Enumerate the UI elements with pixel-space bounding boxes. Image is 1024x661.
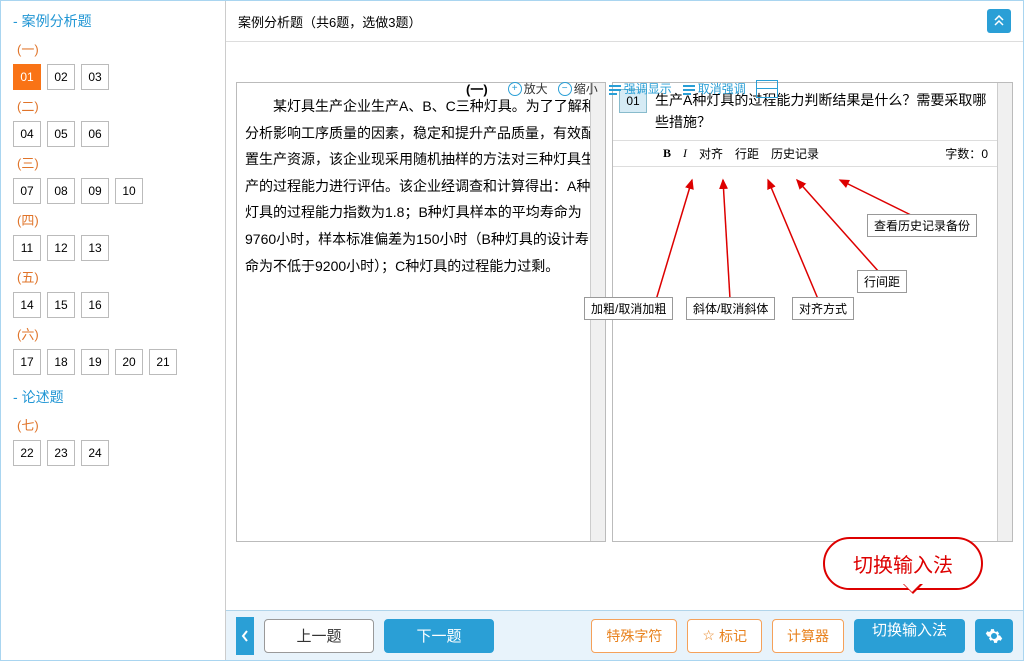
question-nav-10[interactable]: 10 <box>115 178 143 204</box>
group-label: (四) <box>17 210 213 229</box>
section-title-essay: - 论述题 <box>13 387 213 407</box>
anno-line-spacing: 行间距 <box>857 270 907 293</box>
question-nav-14[interactable]: 14 <box>13 292 41 318</box>
anno-align-method: 对齐方式 <box>792 297 854 320</box>
group-label: (三) <box>17 153 213 172</box>
bottom-bar: 上一题 下一题 特殊字符 ☆标记 计算器 切换输入法 <box>226 610 1023 660</box>
anno-backup-history: 查看历史记录备份 <box>867 214 977 237</box>
mark-button[interactable]: ☆标记 <box>687 619 762 653</box>
collapse-sidebar-button[interactable] <box>236 617 254 655</box>
group-label: (一) <box>17 39 213 58</box>
question-nav-20[interactable]: 20 <box>115 349 143 375</box>
question-nav-05[interactable]: 05 <box>47 121 75 147</box>
switch-ime-button[interactable]: 切换输入法 <box>854 619 965 653</box>
special-chars-button[interactable]: 特殊字符 <box>591 619 677 653</box>
question-nav-03[interactable]: 03 <box>81 64 109 90</box>
question-nav-07[interactable]: 07 <box>13 178 41 204</box>
question-nav-19[interactable]: 19 <box>81 349 109 375</box>
question-nav-17[interactable]: 17 <box>13 349 41 375</box>
settings-button[interactable] <box>975 619 1013 653</box>
group-label: (七) <box>17 415 213 434</box>
main-area: 案例分析题（共6题，选做3题） (一) +放大 −缩小 强调显示 取消强调 <box>226 1 1023 660</box>
question-nav-18[interactable]: 18 <box>47 349 75 375</box>
calculator-button[interactable]: 计算器 <box>772 619 844 653</box>
anno-bold-toggle: 加粗/取消加粗 <box>584 297 673 320</box>
question-nav-21[interactable]: 21 <box>149 349 177 375</box>
question-nav-16[interactable]: 16 <box>81 292 109 318</box>
chevron-left-icon <box>241 630 249 642</box>
group-label: (五) <box>17 267 213 286</box>
question-nav-04[interactable]: 04 <box>13 121 41 147</box>
question-nav-15[interactable]: 15 <box>47 292 75 318</box>
star-icon: ☆ <box>702 627 715 644</box>
ime-callout: 切换输入法 <box>823 537 983 590</box>
prev-button[interactable]: 上一题 <box>264 619 374 653</box>
question-nav-12[interactable]: 12 <box>47 235 75 261</box>
question-nav-24[interactable]: 24 <box>81 440 109 466</box>
sidebar: - 案例分析题 (一) 01 02 03 (二) 04 05 06 (三) 07… <box>1 1 226 660</box>
question-nav-01[interactable]: 01 <box>13 64 41 90</box>
question-nav-06[interactable]: 06 <box>81 121 109 147</box>
group-label: (六) <box>17 324 213 343</box>
question-nav-23[interactable]: 23 <box>47 440 75 466</box>
group-label: (二) <box>17 96 213 115</box>
section-title-case: - 案例分析题 <box>13 11 213 31</box>
anno-italic-toggle: 斜体/取消斜体 <box>686 297 775 320</box>
question-nav-13[interactable]: 13 <box>81 235 109 261</box>
question-nav-02[interactable]: 02 <box>47 64 75 90</box>
gear-icon <box>985 627 1003 645</box>
question-nav-09[interactable]: 09 <box>81 178 109 204</box>
question-nav-11[interactable]: 11 <box>13 235 41 261</box>
question-nav-22[interactable]: 22 <box>13 440 41 466</box>
next-button[interactable]: 下一题 <box>384 619 494 653</box>
question-nav-08[interactable]: 08 <box>47 178 75 204</box>
